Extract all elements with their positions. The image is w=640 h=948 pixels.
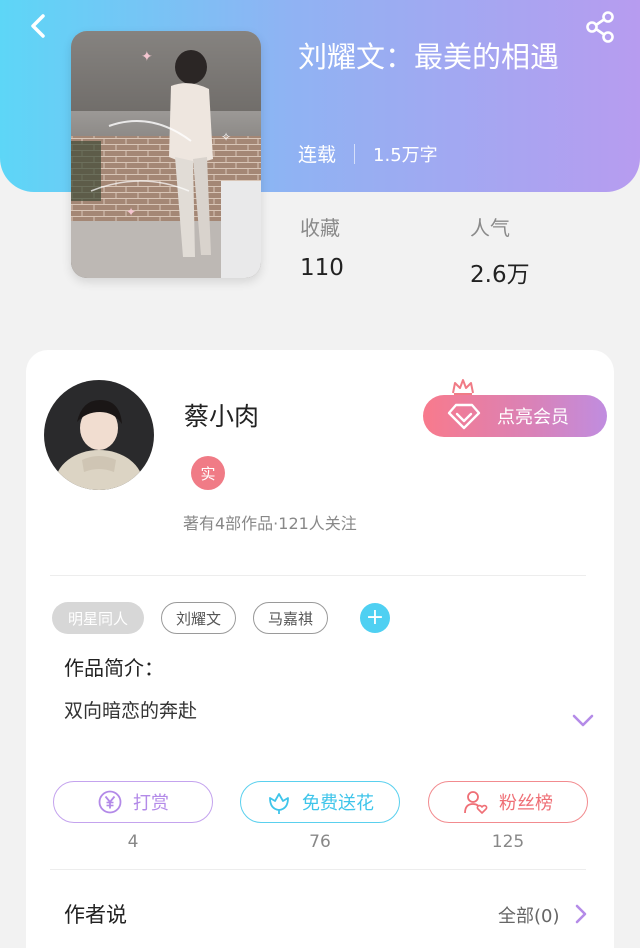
send-flower-label: 免费送花 [302, 793, 374, 814]
add-tag-button[interactable]: + [360, 603, 390, 633]
stat-value: 2.6万 [470, 262, 530, 288]
fan-heart-icon [464, 791, 488, 814]
tag-character[interactable]: 刘耀文 [161, 602, 236, 634]
author-says-title: 作者说 [64, 903, 127, 927]
verified-badge: 实 [191, 456, 225, 490]
reward-count: 4 [127, 832, 139, 852]
meta-divider [354, 143, 356, 164]
book-meta: 连载 1.5万字 [298, 140, 438, 167]
divider [50, 575, 586, 576]
svg-text:✧: ✧ [221, 130, 231, 144]
author-works-followers: 著有4部作品·121人关注 [183, 514, 357, 533]
book-cover-image[interactable]: ✦ ✦ ✧ [71, 31, 261, 278]
crown-icon [452, 379, 474, 395]
diamond-icon [447, 403, 481, 430]
stat-value: 110 [300, 255, 344, 281]
author-avatar[interactable] [44, 380, 154, 490]
flower-count: 76 [309, 832, 331, 852]
divider [50, 869, 586, 870]
book-status: 连载 [298, 144, 337, 166]
stat-label: 收藏 [300, 216, 340, 240]
tag-character[interactable]: 马嘉祺 [253, 602, 328, 634]
chevron-right-icon[interactable] [574, 903, 588, 925]
svg-text:✦: ✦ [126, 205, 136, 219]
fan-ranking-label: 粉丝榜 [499, 793, 553, 814]
back-arrow-icon[interactable] [22, 10, 54, 42]
vip-button-label: 点亮会员 [497, 407, 569, 428]
chevron-down-icon[interactable] [571, 713, 595, 729]
activate-vip-button[interactable]: 点亮会员 [423, 395, 607, 437]
fan-count: 125 [491, 832, 525, 852]
author-name[interactable]: 蔡小肉 [184, 397, 259, 433]
word-count: 1.5万字 [373, 144, 438, 166]
tag-genre[interactable]: 明星同人 [52, 602, 144, 634]
reward-button[interactable]: 打赏 [53, 781, 213, 823]
see-all-link[interactable]: 全部(0) [498, 902, 560, 928]
popularity-stat: 人气 2.6万 [470, 212, 530, 289]
yen-coin-icon [98, 790, 122, 814]
favorites-stat: 收藏 110 [300, 212, 344, 281]
svg-text:✦: ✦ [141, 49, 153, 65]
flower-icon [269, 793, 289, 814]
book-title: 刘耀文：最美的相遇 [298, 40, 560, 74]
share-icon[interactable] [584, 10, 616, 44]
stat-label: 人气 [470, 216, 510, 240]
intro-text: 双向暗恋的奔赴 [64, 700, 198, 722]
fan-ranking-button[interactable]: 粉丝榜 [428, 781, 588, 823]
reward-label: 打赏 [133, 793, 169, 814]
send-flower-button[interactable]: 免费送花 [240, 781, 400, 823]
intro-label: 作品简介： [64, 656, 164, 680]
